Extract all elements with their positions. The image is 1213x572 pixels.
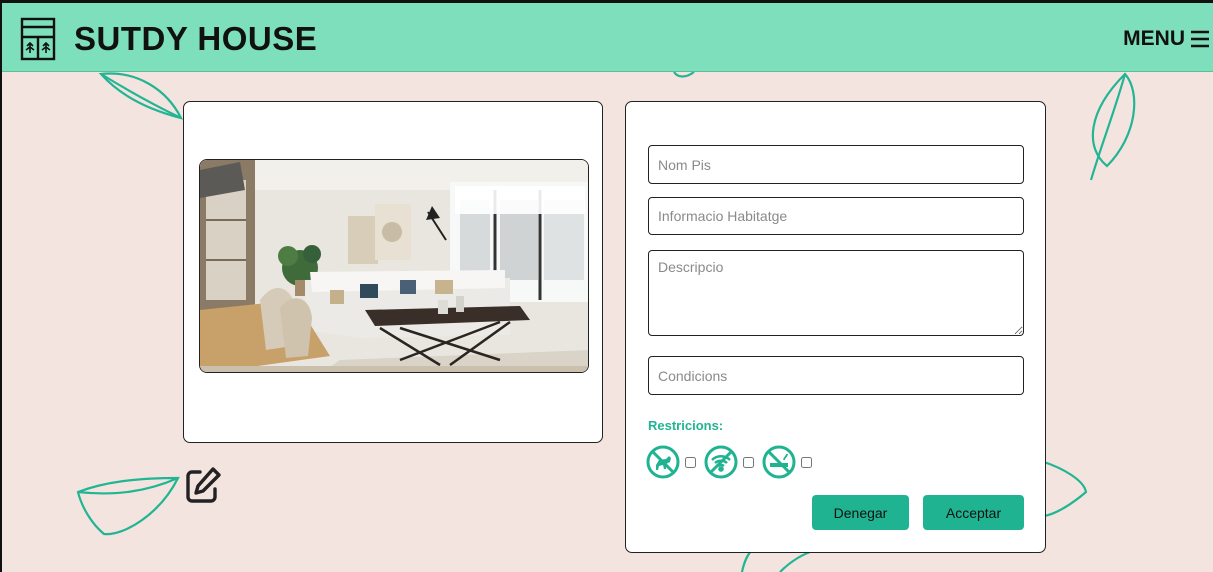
- storefront-icon[interactable]: [18, 15, 58, 63]
- leaf-decoration-bottom-right: [1043, 460, 1088, 518]
- no-wifi-icon: [704, 445, 738, 479]
- informacio-habitatge-input[interactable]: [648, 197, 1024, 235]
- accept-button[interactable]: Acceptar: [923, 495, 1024, 530]
- menu-label: MENU: [1123, 27, 1185, 50]
- no-smoking-icon: [762, 445, 796, 479]
- no-pets-checkbox[interactable]: [685, 456, 696, 468]
- no-wifi-checkbox[interactable]: [743, 456, 754, 468]
- deny-button[interactable]: Denegar: [812, 495, 909, 530]
- leaf-decoration-top-left: [98, 72, 184, 120]
- listing-image-card: [183, 101, 603, 443]
- listing-form-card: Restricions:: [625, 101, 1046, 553]
- descripcio-textarea[interactable]: [648, 250, 1024, 336]
- leaf-decoration-right: [1089, 72, 1136, 181]
- edit-icon[interactable]: [184, 466, 222, 504]
- restriction-no-smoking: [762, 445, 812, 479]
- nom-pis-input[interactable]: [648, 145, 1024, 184]
- restrictions-row: [646, 445, 820, 479]
- restriction-no-wifi: [704, 445, 754, 479]
- restrictions-label: Restricions:: [648, 418, 724, 433]
- no-pets-icon: [646, 445, 680, 479]
- leaf-decoration-bottom-left: [76, 476, 180, 536]
- top-navbar: SUTDY HOUSE MENU: [2, 0, 1213, 72]
- condicions-input[interactable]: [648, 356, 1024, 395]
- menu-button[interactable]: MENU: [1123, 27, 1211, 51]
- hamburger-icon: [1191, 30, 1209, 48]
- no-smoking-checkbox[interactable]: [801, 456, 812, 468]
- brand-title[interactable]: SUTDY HOUSE: [74, 20, 317, 58]
- living-room-photo: [199, 159, 589, 373]
- restriction-no-pets: [646, 445, 696, 479]
